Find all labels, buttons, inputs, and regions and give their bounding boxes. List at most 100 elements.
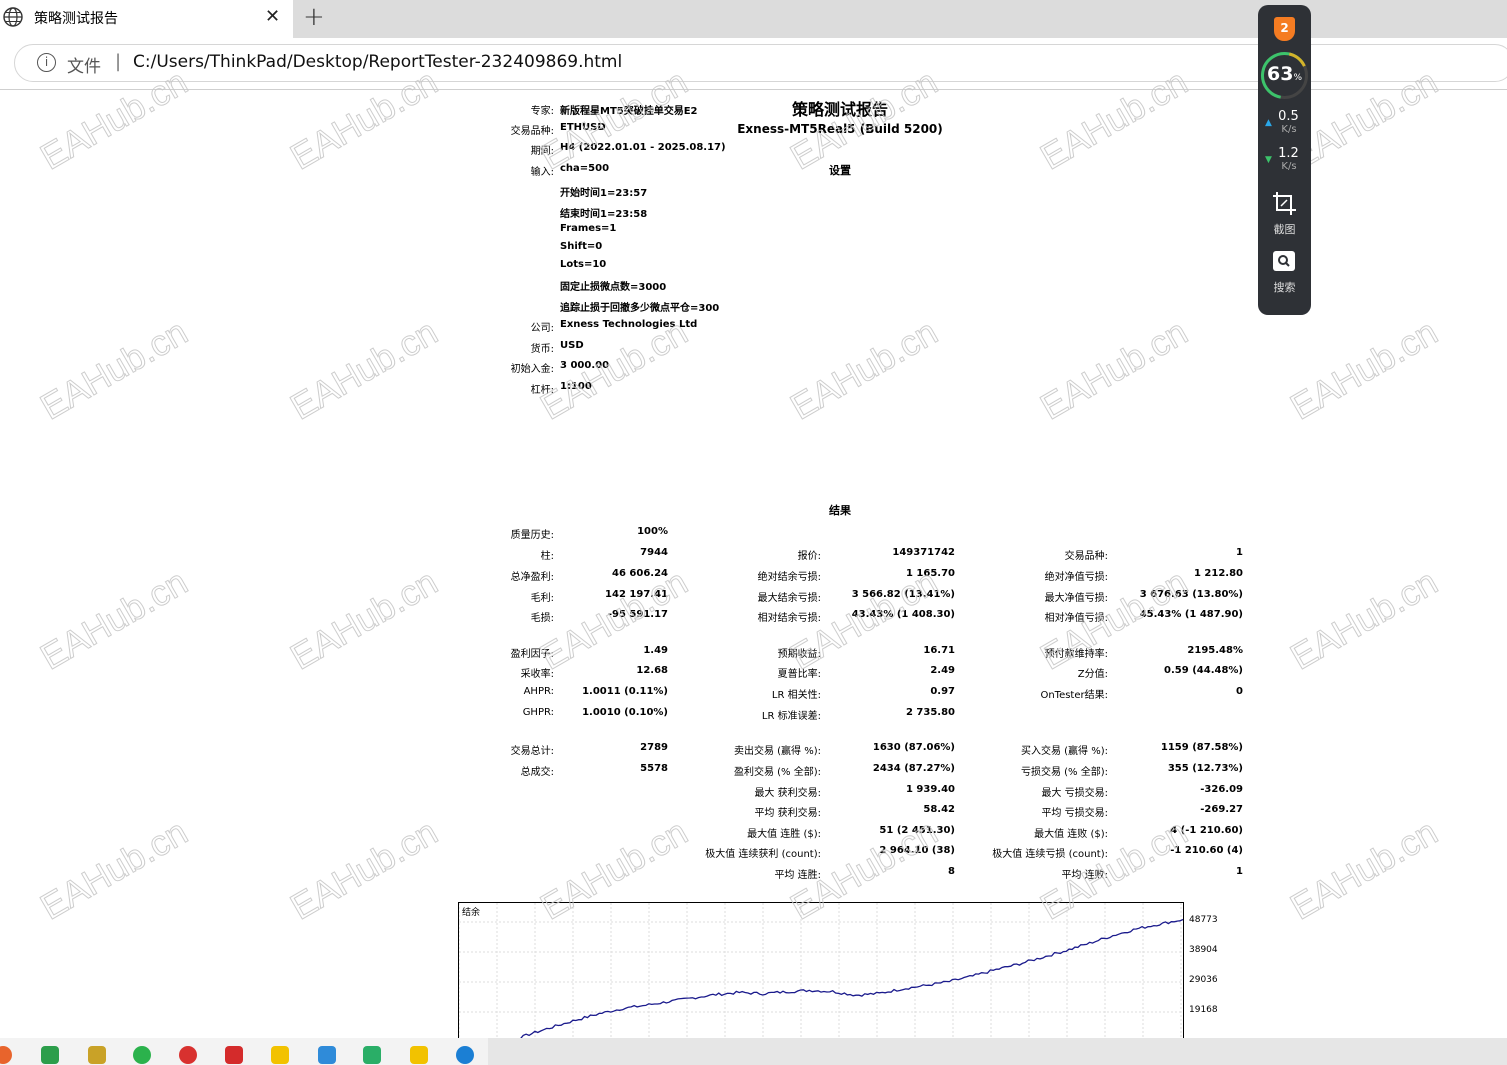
result-value: 46 606.24 <box>612 568 668 579</box>
result-value: 0 <box>1236 686 1243 697</box>
result-value: 1.0010 (0.10%) <box>582 707 668 718</box>
result-label: 毛利: <box>530 593 554 604</box>
result-value: 1159 (87.58%) <box>1160 742 1243 753</box>
settings-value: 开始时间1=23:57 <box>560 188 648 199</box>
result-value: 1630 (87.06%) <box>872 742 955 753</box>
notification-badge[interactable]: 2 <box>1274 17 1295 41</box>
yellow-folder-icon[interactable] <box>410 1046 428 1064</box>
result-label: 绝对结余亏损: <box>757 572 821 583</box>
settings-value: Frames=1 <box>560 223 617 234</box>
result-label: 最大值 连胜 ($): <box>747 829 821 840</box>
result-label: 相对净值亏损: <box>1044 613 1108 624</box>
result-label: 亏损交易 (% 全部): <box>1020 767 1108 778</box>
files-icon[interactable] <box>318 1046 336 1064</box>
y-tick-label: 38904 <box>1189 945 1218 955</box>
result-value: 1 <box>1236 866 1243 877</box>
result-value: 1 212.80 <box>1193 568 1243 579</box>
close-tab-icon[interactable]: ✕ <box>265 6 280 27</box>
result-value: 0.59 (44.48%) <box>1164 665 1243 676</box>
browser-tab[interactable]: 策略测试报告 ✕ <box>0 0 293 38</box>
result-value: 43.43% (1 408.30) <box>851 609 955 620</box>
settings-value: 固定止损微点数=3000 <box>560 282 667 293</box>
result-label: GHPR: <box>522 707 554 718</box>
result-value: 3 676.63 (13.80%) <box>1139 589 1243 600</box>
wechat-icon[interactable] <box>363 1046 381 1064</box>
usage-percent: 63% <box>1266 63 1302 85</box>
search-icon[interactable] <box>1272 250 1296 272</box>
balance-chart: 结余 <box>458 902 1184 1039</box>
store-icon[interactable] <box>88 1046 106 1064</box>
results-heading: 结果 <box>829 504 851 517</box>
netease-music-icon[interactable] <box>179 1046 197 1064</box>
result-value: 5578 <box>640 763 668 774</box>
url-text[interactable]: C:/Users/ThinkPad/Desktop/ReportTester-2… <box>133 52 622 72</box>
settings-value: 结束时间1=23:58 <box>560 209 648 220</box>
settings-value: H4 (2022.01.01 - 2025.08.17) <box>560 142 726 153</box>
result-value: -1 210.60 (4) <box>1170 845 1243 856</box>
result-value: 1 <box>1236 547 1243 558</box>
settings-value: Shift=0 <box>560 241 603 252</box>
green-app-icon[interactable] <box>133 1046 151 1064</box>
result-value: 1 939.40 <box>905 784 955 795</box>
edge-legacy-icon[interactable] <box>41 1046 59 1064</box>
settings-label: 公司: <box>530 323 554 334</box>
settings-value: 1:100 <box>560 381 592 392</box>
settings-label: 交易品种: <box>510 126 554 137</box>
result-label: 预付款维持率: <box>1044 649 1108 660</box>
result-value: -269.27 <box>1200 804 1243 815</box>
wps-icon[interactable] <box>225 1046 243 1064</box>
result-label: 卖出交易 (赢得 %): <box>733 746 821 757</box>
settings-label: 期间: <box>530 146 554 157</box>
edge-icon[interactable] <box>456 1046 474 1064</box>
result-value: 2434 (87.27%) <box>872 763 955 774</box>
result-label: AHPR: <box>523 686 554 697</box>
yellow-app-icon[interactable] <box>271 1046 289 1064</box>
search-label[interactable]: 搜索 <box>1258 279 1311 295</box>
result-label: LR 相关性: <box>771 690 821 701</box>
new-tab-icon[interactable]: + <box>303 2 325 32</box>
screenshot-icon[interactable] <box>1272 191 1297 216</box>
settings-value: 追踪止损于回撤多少微点平仓=300 <box>560 303 720 314</box>
result-value: 142 197.41 <box>605 589 668 600</box>
result-label: 交易品种: <box>1064 551 1108 562</box>
y-tick-label: 19168 <box>1189 1004 1218 1015</box>
settings-value: 新版程星MT5突破挂单交易E2 <box>560 106 698 117</box>
screenshot-label[interactable]: 截图 <box>1258 221 1311 237</box>
result-label: 盈利交易 (% 全部): <box>733 767 821 778</box>
settings-value: USD <box>560 340 584 351</box>
result-value: -95 591.17 <box>607 609 668 620</box>
result-value: 2789 <box>640 742 668 753</box>
result-label: 最大结余亏损: <box>757 593 821 604</box>
result-label: 最大值 连败 ($): <box>1034 829 1108 840</box>
result-value: 100% <box>637 526 668 537</box>
result-value: -326.09 <box>1200 784 1243 795</box>
result-value: 12.68 <box>636 665 668 676</box>
result-label: 柱: <box>540 551 554 562</box>
result-label: 绝对净值亏损: <box>1044 572 1108 583</box>
download-speed: 1.2 <box>1278 146 1299 161</box>
result-label: 预期收益: <box>777 649 821 660</box>
settings-label: 货币: <box>530 344 554 355</box>
result-label: 盈利因子: <box>510 649 554 660</box>
y-tick-label: 48773 <box>1189 915 1218 925</box>
address-prefix: 文件 <box>67 57 101 77</box>
result-label: 夏普比率: <box>777 669 821 680</box>
result-label: 总成交: <box>520 767 554 778</box>
result-value: 16.71 <box>923 645 955 656</box>
result-label: 极大值 连续亏损 (count): <box>992 849 1108 860</box>
settings-value: ETHUSD <box>560 122 606 133</box>
result-label: OnTester结果: <box>1040 690 1108 701</box>
settings-label: 杠杆: <box>530 385 554 396</box>
result-label: 最大 获利交易: <box>754 788 821 799</box>
result-label: 质量历史: <box>510 530 554 541</box>
result-label: 最大 亏损交易: <box>1041 788 1108 799</box>
speed-widget[interactable]: 2 63% ▲ 0.5 K/s ▼ 1.2 K/s 截图 搜索 <box>1258 5 1311 315</box>
result-label: 毛损: <box>530 613 554 624</box>
result-label: 相对结余亏损: <box>757 613 821 624</box>
tab-title: 策略测试报告 <box>34 11 118 27</box>
result-label: 采收率: <box>520 669 554 680</box>
result-label: 平均 连胜: <box>774 870 821 881</box>
settings-value: 3 000.00 <box>560 360 610 371</box>
balance-line <box>517 918 1183 1039</box>
info-icon[interactable]: i <box>37 53 56 72</box>
